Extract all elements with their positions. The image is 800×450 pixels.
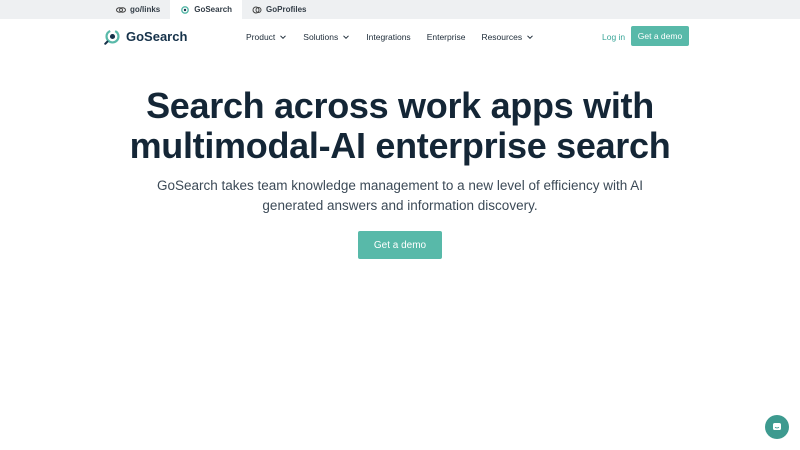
- switcher-tab-label: GoProfiles: [266, 5, 307, 14]
- nav-item-integrations[interactable]: Integrations: [358, 32, 418, 42]
- nav-item-label: Integrations: [366, 32, 411, 42]
- goprofiles-icon: [252, 6, 262, 13]
- nav-item-label: Solutions: [303, 32, 339, 42]
- hero-title: Search across work apps with multimodal-…: [0, 86, 800, 166]
- switcher-tab-label: go/links: [130, 5, 161, 14]
- hero-subtitle: GoSearch takes team knowledge management…: [150, 176, 650, 216]
- switcher-tab-goprofiles[interactable]: GoProfiles: [242, 0, 316, 19]
- nav-item-enterprise[interactable]: Enterprise: [419, 32, 474, 42]
- nav-item-label: Resources: [481, 32, 523, 42]
- switcher-tab-golinks[interactable]: go/links: [106, 0, 170, 19]
- hero-subtitle-line: GoSearch takes team knowledge management…: [156, 178, 644, 193]
- product-switcher: go/links GoSearch GoProfiles: [0, 0, 800, 19]
- chevron-down-icon: [343, 35, 350, 40]
- golinks-icon: [116, 6, 126, 13]
- nav-item-product[interactable]: Product: [238, 32, 295, 42]
- chevron-down-icon: [280, 35, 287, 40]
- chevron-down-icon: [527, 35, 533, 40]
- login-link[interactable]: Log in: [598, 30, 629, 44]
- logo-text: GoSearch: [126, 29, 188, 44]
- nav-item-solutions[interactable]: Solutions: [295, 32, 358, 42]
- hero-title-line: multimodal-AI enterprise search: [129, 125, 671, 166]
- main-nav: GoSearch Product Solutions Integrations …: [0, 19, 800, 55]
- gosearch-logo[interactable]: GoSearch: [104, 28, 187, 45]
- hero-subtitle-line: generated answers and information discov…: [262, 198, 538, 213]
- nav-item-resources[interactable]: Resources: [473, 32, 542, 42]
- get-demo-hero-button[interactable]: Get a demo: [358, 231, 442, 259]
- get-demo-nav-button[interactable]: Get a demo: [631, 26, 689, 46]
- nav-item-label: Product: [246, 32, 276, 42]
- switcher-tab-label: GoSearch: [194, 5, 233, 14]
- gosearch-logo-icon: [104, 29, 120, 45]
- hero-title-line: Search across work apps with: [146, 85, 654, 126]
- nav-item-label: Enterprise: [426, 32, 466, 42]
- gosearch-icon: [181, 5, 190, 14]
- switcher-tab-gosearch[interactable]: GoSearch: [170, 0, 243, 19]
- chat-widget-button[interactable]: [765, 415, 789, 439]
- chat-icon: [773, 423, 781, 430]
- nav-menu: Product Solutions Integrations Enterpris…: [238, 19, 542, 55]
